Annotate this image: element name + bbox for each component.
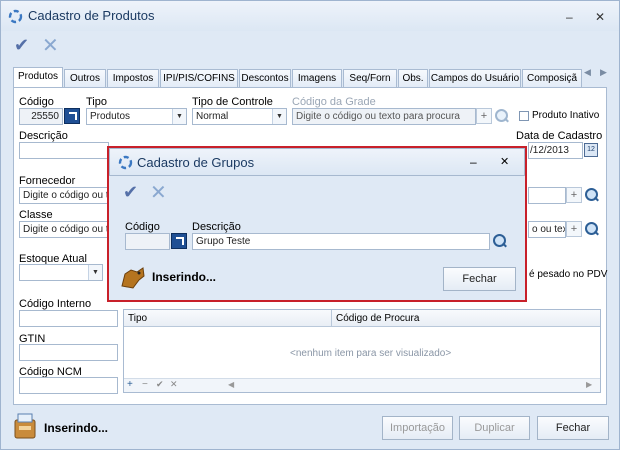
tab-ipi-pis-cofins[interactable]: IPI/PIS/COFINS bbox=[160, 69, 238, 87]
codigo-field[interactable]: 25550 bbox=[19, 108, 63, 125]
dialog-confirm-check-icon[interactable]: ✔ bbox=[123, 182, 138, 203]
codigo-ncm-field[interactable] bbox=[19, 377, 118, 394]
grid-scroll-right-icon[interactable]: ▶ bbox=[586, 380, 592, 389]
fornecedor-field[interactable]: Digite o código ou tex bbox=[19, 187, 109, 204]
codigo-interno-label: Código Interno bbox=[19, 298, 92, 310]
inserting-status-icon bbox=[14, 413, 36, 439]
codigo-label: Código bbox=[19, 96, 54, 108]
app-logo-icon bbox=[8, 9, 23, 24]
importacao-button[interactable]: Importação bbox=[382, 416, 453, 440]
cancel-x-icon[interactable]: ✕ bbox=[42, 33, 59, 58]
dialog-cancel-x-icon[interactable]: ✕ bbox=[150, 180, 167, 205]
codigo-interno-field[interactable] bbox=[19, 310, 118, 327]
dialog-status-text: Inserindo... bbox=[152, 270, 217, 284]
confirm-check-icon[interactable]: ✔ bbox=[14, 35, 29, 56]
grid-remove-icon[interactable]: − bbox=[142, 379, 148, 390]
tab-composicao[interactable]: Composiçã bbox=[522, 69, 582, 87]
dialog-codigo-goto-icon[interactable] bbox=[171, 233, 187, 249]
descricao-label: Descrição bbox=[19, 130, 68, 142]
pesado-pdv-label: é pesado no PDV bbox=[529, 269, 608, 280]
fechar-button[interactable]: Fechar bbox=[537, 416, 609, 440]
window-title: Cadastro de Produtos bbox=[28, 8, 155, 23]
fornecedor-label: Fornecedor bbox=[19, 175, 76, 187]
tab-scroll-right-icon[interactable]: ▶ bbox=[600, 67, 607, 78]
classe-search-icon[interactable] bbox=[583, 221, 599, 237]
tab-strip: Produtos Outros Impostos IPI/PIS/COFINS … bbox=[13, 67, 603, 87]
produto-inativo-checkbox[interactable] bbox=[519, 111, 529, 121]
codigo-goto-icon[interactable] bbox=[64, 108, 80, 124]
tipo-label: Tipo bbox=[86, 96, 107, 108]
tab-imagens[interactable]: Imagens bbox=[292, 69, 342, 87]
tab-scroll-left-icon[interactable]: ◀ bbox=[584, 67, 591, 78]
fornecedor-field-right[interactable] bbox=[528, 187, 566, 204]
grade-search-icon[interactable] bbox=[493, 108, 509, 124]
tab-campos-usuario[interactable]: Campos do Usuário bbox=[429, 69, 521, 87]
codigo-grade-label: Código da Grade bbox=[292, 96, 376, 108]
gtin-field[interactable] bbox=[19, 344, 118, 361]
dialog-minimize-button[interactable]: – bbox=[470, 155, 477, 169]
dialog-codigo-field[interactable] bbox=[125, 233, 170, 250]
grade-add-button[interactable]: + bbox=[476, 108, 492, 124]
dialog-descricao-field[interactable]: Grupo Teste bbox=[192, 233, 490, 250]
tab-produtos[interactable]: Produtos bbox=[13, 67, 63, 87]
title-bar: Cadastro de Produtos – ✕ bbox=[1, 1, 619, 31]
grid-add-icon[interactable]: + bbox=[127, 379, 133, 390]
grid-header-tipo[interactable]: Tipo bbox=[124, 310, 332, 327]
classe-field-right[interactable]: o ou texto p bbox=[528, 221, 566, 238]
fornecedor-search-icon[interactable] bbox=[583, 187, 599, 203]
calendar-icon[interactable]: 12 bbox=[584, 143, 598, 157]
codigo-grade-field[interactable]: Digite o código ou texto para procura bbox=[292, 108, 476, 125]
tipo-controle-label: Tipo de Controle bbox=[192, 96, 273, 108]
grid-navigator: + − ✔ ✕ ◀ ▶ bbox=[124, 378, 600, 392]
estoque-atual-field[interactable]: ▼ bbox=[19, 264, 103, 281]
dialog-status-icon bbox=[121, 267, 145, 289]
tipo-controle-select[interactable]: Normal ▼ bbox=[192, 108, 287, 125]
produto-inativo-label: Produto Inativo bbox=[532, 110, 600, 121]
grid-empty-text: <nenhum item para ser visualizado> bbox=[290, 348, 452, 359]
dialog-logo-icon bbox=[118, 155, 133, 170]
dialog-close-button[interactable]: ✕ bbox=[500, 155, 509, 168]
dialog-title: Cadastro de Grupos bbox=[137, 155, 255, 170]
duplicar-button[interactable]: Duplicar bbox=[459, 416, 530, 440]
tipo-select[interactable]: Produtos ▼ bbox=[86, 108, 187, 125]
tab-impostos[interactable]: Impostos bbox=[107, 69, 159, 87]
descricao-field[interactable] bbox=[19, 142, 109, 159]
chevron-down-icon[interactable]: ▼ bbox=[272, 109, 286, 124]
grid-confirm-icon[interactable]: ✔ bbox=[156, 379, 164, 390]
tab-outros[interactable]: Outros bbox=[64, 69, 106, 87]
dialog-fechar-button[interactable]: Fechar bbox=[443, 267, 516, 291]
tab-obs[interactable]: Obs. bbox=[398, 69, 428, 87]
codigos-grid: Tipo Código de Procura <nenhum item para… bbox=[123, 309, 601, 393]
dialog-title-bar: Cadastro de Grupos – ✕ bbox=[109, 148, 525, 176]
data-cadastro-label: Data de Cadastro bbox=[516, 130, 603, 142]
dialog-descricao-label: Descrição bbox=[192, 221, 241, 233]
minimize-button[interactable]: – bbox=[566, 10, 573, 24]
dialog-codigo-label: Código bbox=[125, 221, 160, 233]
chevron-down-icon[interactable]: ▼ bbox=[88, 265, 102, 280]
grid-scroll-left-icon[interactable]: ◀ bbox=[228, 380, 234, 389]
grid-cancel-icon[interactable]: ✕ bbox=[170, 379, 178, 390]
tipo-controle-value: Normal bbox=[196, 111, 229, 122]
data-cadastro-field[interactable]: /12/2013 bbox=[528, 142, 583, 159]
tab-seq-forn[interactable]: Seq/Forn bbox=[343, 69, 397, 87]
cadastro-grupos-dialog: Cadastro de Grupos – ✕ ✔ ✕ Código Descri… bbox=[107, 146, 527, 302]
classe-add-button[interactable]: + bbox=[566, 221, 582, 237]
classe-field[interactable]: Digite o código ou tex bbox=[19, 221, 109, 238]
grid-header-codigo-procura[interactable]: Código de Procura bbox=[332, 310, 600, 327]
fornecedor-add-button[interactable]: + bbox=[566, 187, 582, 203]
close-button[interactable]: ✕ bbox=[595, 10, 605, 24]
status-text: Inserindo... bbox=[44, 421, 109, 435]
dialog-search-icon[interactable] bbox=[491, 233, 507, 249]
chevron-down-icon[interactable]: ▼ bbox=[172, 109, 186, 124]
tab-descontos[interactable]: Descontos bbox=[239, 69, 291, 87]
tipo-value: Produtos bbox=[90, 111, 131, 122]
classe-label: Classe bbox=[19, 209, 53, 221]
